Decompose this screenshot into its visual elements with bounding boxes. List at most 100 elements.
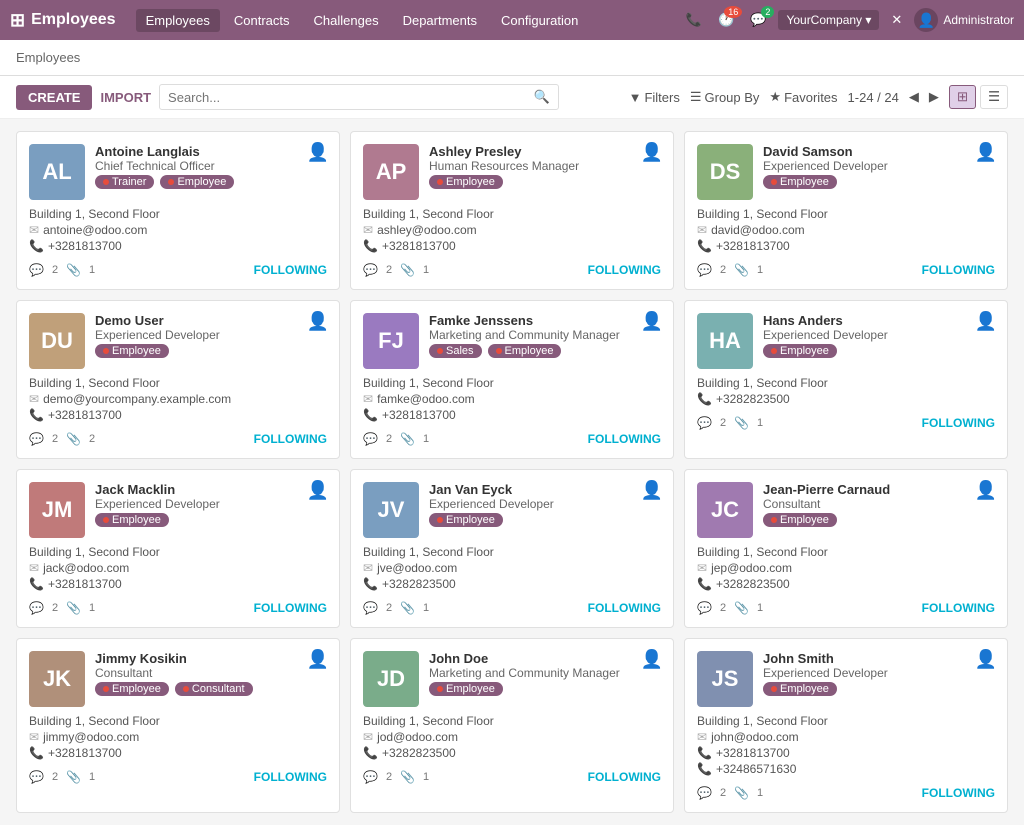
employee-info: Ashley Presley Human Resources Manager E…	[429, 144, 661, 189]
employee-card[interactable]: 👤 AP Ashley Presley Human Resources Mana…	[350, 131, 674, 290]
menu-configuration[interactable]: Configuration	[491, 9, 588, 32]
employee-card[interactable]: 👤 JS John Smith Experienced Developer Em…	[684, 638, 1008, 813]
menu-contracts[interactable]: Contracts	[224, 9, 300, 32]
user-menu[interactable]: 👤 Administrator	[914, 8, 1014, 32]
notification-icon-2[interactable]: 💬2	[746, 8, 770, 32]
following-button[interactable]: FOLLOWING	[922, 416, 995, 430]
favorites-button[interactable]: ★ Favorites	[769, 89, 837, 105]
email-row: ✉ jep@odoo.com	[697, 561, 995, 575]
following-button[interactable]: FOLLOWING	[588, 601, 661, 615]
filter-icon: ▼	[629, 90, 642, 105]
following-button[interactable]: FOLLOWING	[254, 601, 327, 615]
menu-challenges[interactable]: Challenges	[304, 9, 389, 32]
message-icon: 💬	[29, 601, 44, 615]
message-icon: 💬	[363, 432, 378, 446]
attachment-count: 2	[89, 433, 95, 445]
employee-title: Chief Technical Officer	[95, 159, 327, 173]
notification-icon-1[interactable]: 🕐16	[714, 8, 738, 32]
prev-page-button[interactable]: ◀	[909, 89, 919, 105]
following-button[interactable]: FOLLOWING	[922, 601, 995, 615]
employee-info: Jack Macklin Experienced Developer Emplo…	[95, 482, 327, 527]
following-button[interactable]: FOLLOWING	[254, 432, 327, 446]
employee-info: Antoine Langlais Chief Technical Officer…	[95, 144, 327, 189]
menu-departments[interactable]: Departments	[393, 9, 487, 32]
list-view-button[interactable]: ☰	[980, 85, 1008, 109]
employee-location: Building 1, Second Floor	[29, 714, 327, 728]
following-button[interactable]: FOLLOWING	[588, 263, 661, 277]
search-input[interactable]	[168, 90, 534, 105]
phone-row: 📞 +3281813700	[697, 746, 995, 760]
grid-view-button[interactable]: ⊞	[949, 85, 976, 109]
close-icon[interactable]: ✕	[887, 8, 906, 32]
app-logo[interactable]: ⊞ Employees	[10, 10, 116, 31]
phone-row: 📞 +3282823500	[363, 746, 661, 760]
employee-info: Famke Jenssens Marketing and Community M…	[429, 313, 661, 358]
card-footer: 💬 2 📎 1 FOLLOWING	[697, 601, 995, 615]
employee-card[interactable]: 👤 JK Jimmy Kosikin Consultant EmployeeCo…	[16, 638, 340, 813]
search-icon[interactable]: 🔍	[534, 89, 550, 105]
employee-title: Experienced Developer	[95, 328, 327, 342]
employee-card[interactable]: 👤 AL Antoine Langlais Chief Technical Of…	[16, 131, 340, 290]
attachment-count: 1	[757, 417, 763, 429]
email-row: ✉ demo@yourcompany.example.com	[29, 392, 327, 406]
import-button[interactable]: IMPORT	[100, 90, 151, 105]
employee-card[interactable]: 👤 JV Jan Van Eyck Experienced Developer …	[350, 469, 674, 628]
following-button[interactable]: FOLLOWING	[922, 786, 995, 800]
next-page-button[interactable]: ▶	[929, 89, 939, 105]
avatar-initials: JV	[378, 497, 405, 523]
card-header: FJ Famke Jenssens Marketing and Communit…	[363, 313, 661, 369]
employee-title: Experienced Developer	[95, 497, 327, 511]
groupby-button[interactable]: ☰ Group By	[690, 89, 760, 105]
card-footer: 💬 2 📎 1 FOLLOWING	[363, 601, 661, 615]
employee-card[interactable]: 👤 DS David Samson Experienced Developer …	[684, 131, 1008, 290]
person-icon: 👤	[641, 311, 663, 332]
employee-photo: DS	[697, 144, 753, 200]
avatar-initials: JM	[42, 497, 73, 523]
message-count: 2	[386, 433, 392, 445]
employee-card[interactable]: 👤 JD John Doe Marketing and Community Ma…	[350, 638, 674, 813]
employee-card[interactable]: 👤 FJ Famke Jenssens Marketing and Commun…	[350, 300, 674, 459]
employee-tag: Consultant	[175, 682, 253, 696]
phone-icon[interactable]: 📞	[682, 8, 706, 32]
employee-location: Building 1, Second Floor	[697, 545, 995, 559]
employee-card[interactable]: 👤 JM Jack Macklin Experienced Developer …	[16, 469, 340, 628]
phone-row: 📞 +3282823500	[697, 392, 995, 406]
employee-photo: HA	[697, 313, 753, 369]
employee-card[interactable]: 👤 JC Jean-Pierre Carnaud Consultant Empl…	[684, 469, 1008, 628]
filters-button[interactable]: ▼ Filters	[629, 90, 680, 105]
card-details: Building 1, Second Floor 📞 +3282823500	[697, 376, 995, 408]
employee-photo: AP	[363, 144, 419, 200]
following-button[interactable]: FOLLOWING	[254, 263, 327, 277]
phone-icon: 📞	[363, 239, 378, 253]
following-button[interactable]: FOLLOWING	[588, 770, 661, 784]
employee-email: john@odoo.com	[711, 730, 799, 744]
employee-card[interactable]: 👤 DU Demo User Experienced Developer Emp…	[16, 300, 340, 459]
company-selector[interactable]: YourCompany ▾	[778, 10, 879, 30]
card-details: Building 1, Second Floor ✉ jep@odoo.com …	[697, 545, 995, 593]
tags-row: Employee	[95, 344, 327, 358]
menu-employees[interactable]: Employees	[136, 9, 220, 32]
card-footer: 💬 2 📎 1 FOLLOWING	[29, 770, 327, 784]
search-bar[interactable]: 🔍	[159, 84, 559, 110]
message-icon: 💬	[363, 770, 378, 784]
grid-icon[interactable]: ⊞	[10, 10, 25, 31]
filter-controls: ▼ Filters ☰ Group By ★ Favorites 1-24 / …	[629, 85, 1008, 109]
create-button[interactable]: CREATE	[16, 85, 92, 110]
card-footer: 💬 2 📎 1 FOLLOWING	[697, 786, 995, 800]
user-name: Administrator	[943, 13, 1014, 27]
following-button[interactable]: FOLLOWING	[254, 770, 327, 784]
attachment-count: 1	[89, 771, 95, 783]
employee-phone: +3281813700	[48, 746, 122, 760]
card-details: Building 1, Second Floor ✉ antoine@odoo.…	[29, 207, 327, 255]
message-icon: 💬	[697, 263, 712, 277]
employee-phone: +3282823500	[382, 577, 456, 591]
person-icon: 👤	[307, 142, 329, 163]
attachment-icon: 📎	[400, 601, 415, 615]
following-button[interactable]: FOLLOWING	[588, 432, 661, 446]
employee-card[interactable]: 👤 HA Hans Anders Experienced Developer E…	[684, 300, 1008, 459]
following-button[interactable]: FOLLOWING	[922, 263, 995, 277]
email-row: ✉ jack@odoo.com	[29, 561, 327, 575]
employee-location: Building 1, Second Floor	[29, 376, 327, 390]
employee-phone2: +32486571630	[716, 762, 796, 776]
avatar-initials: DU	[41, 328, 73, 354]
